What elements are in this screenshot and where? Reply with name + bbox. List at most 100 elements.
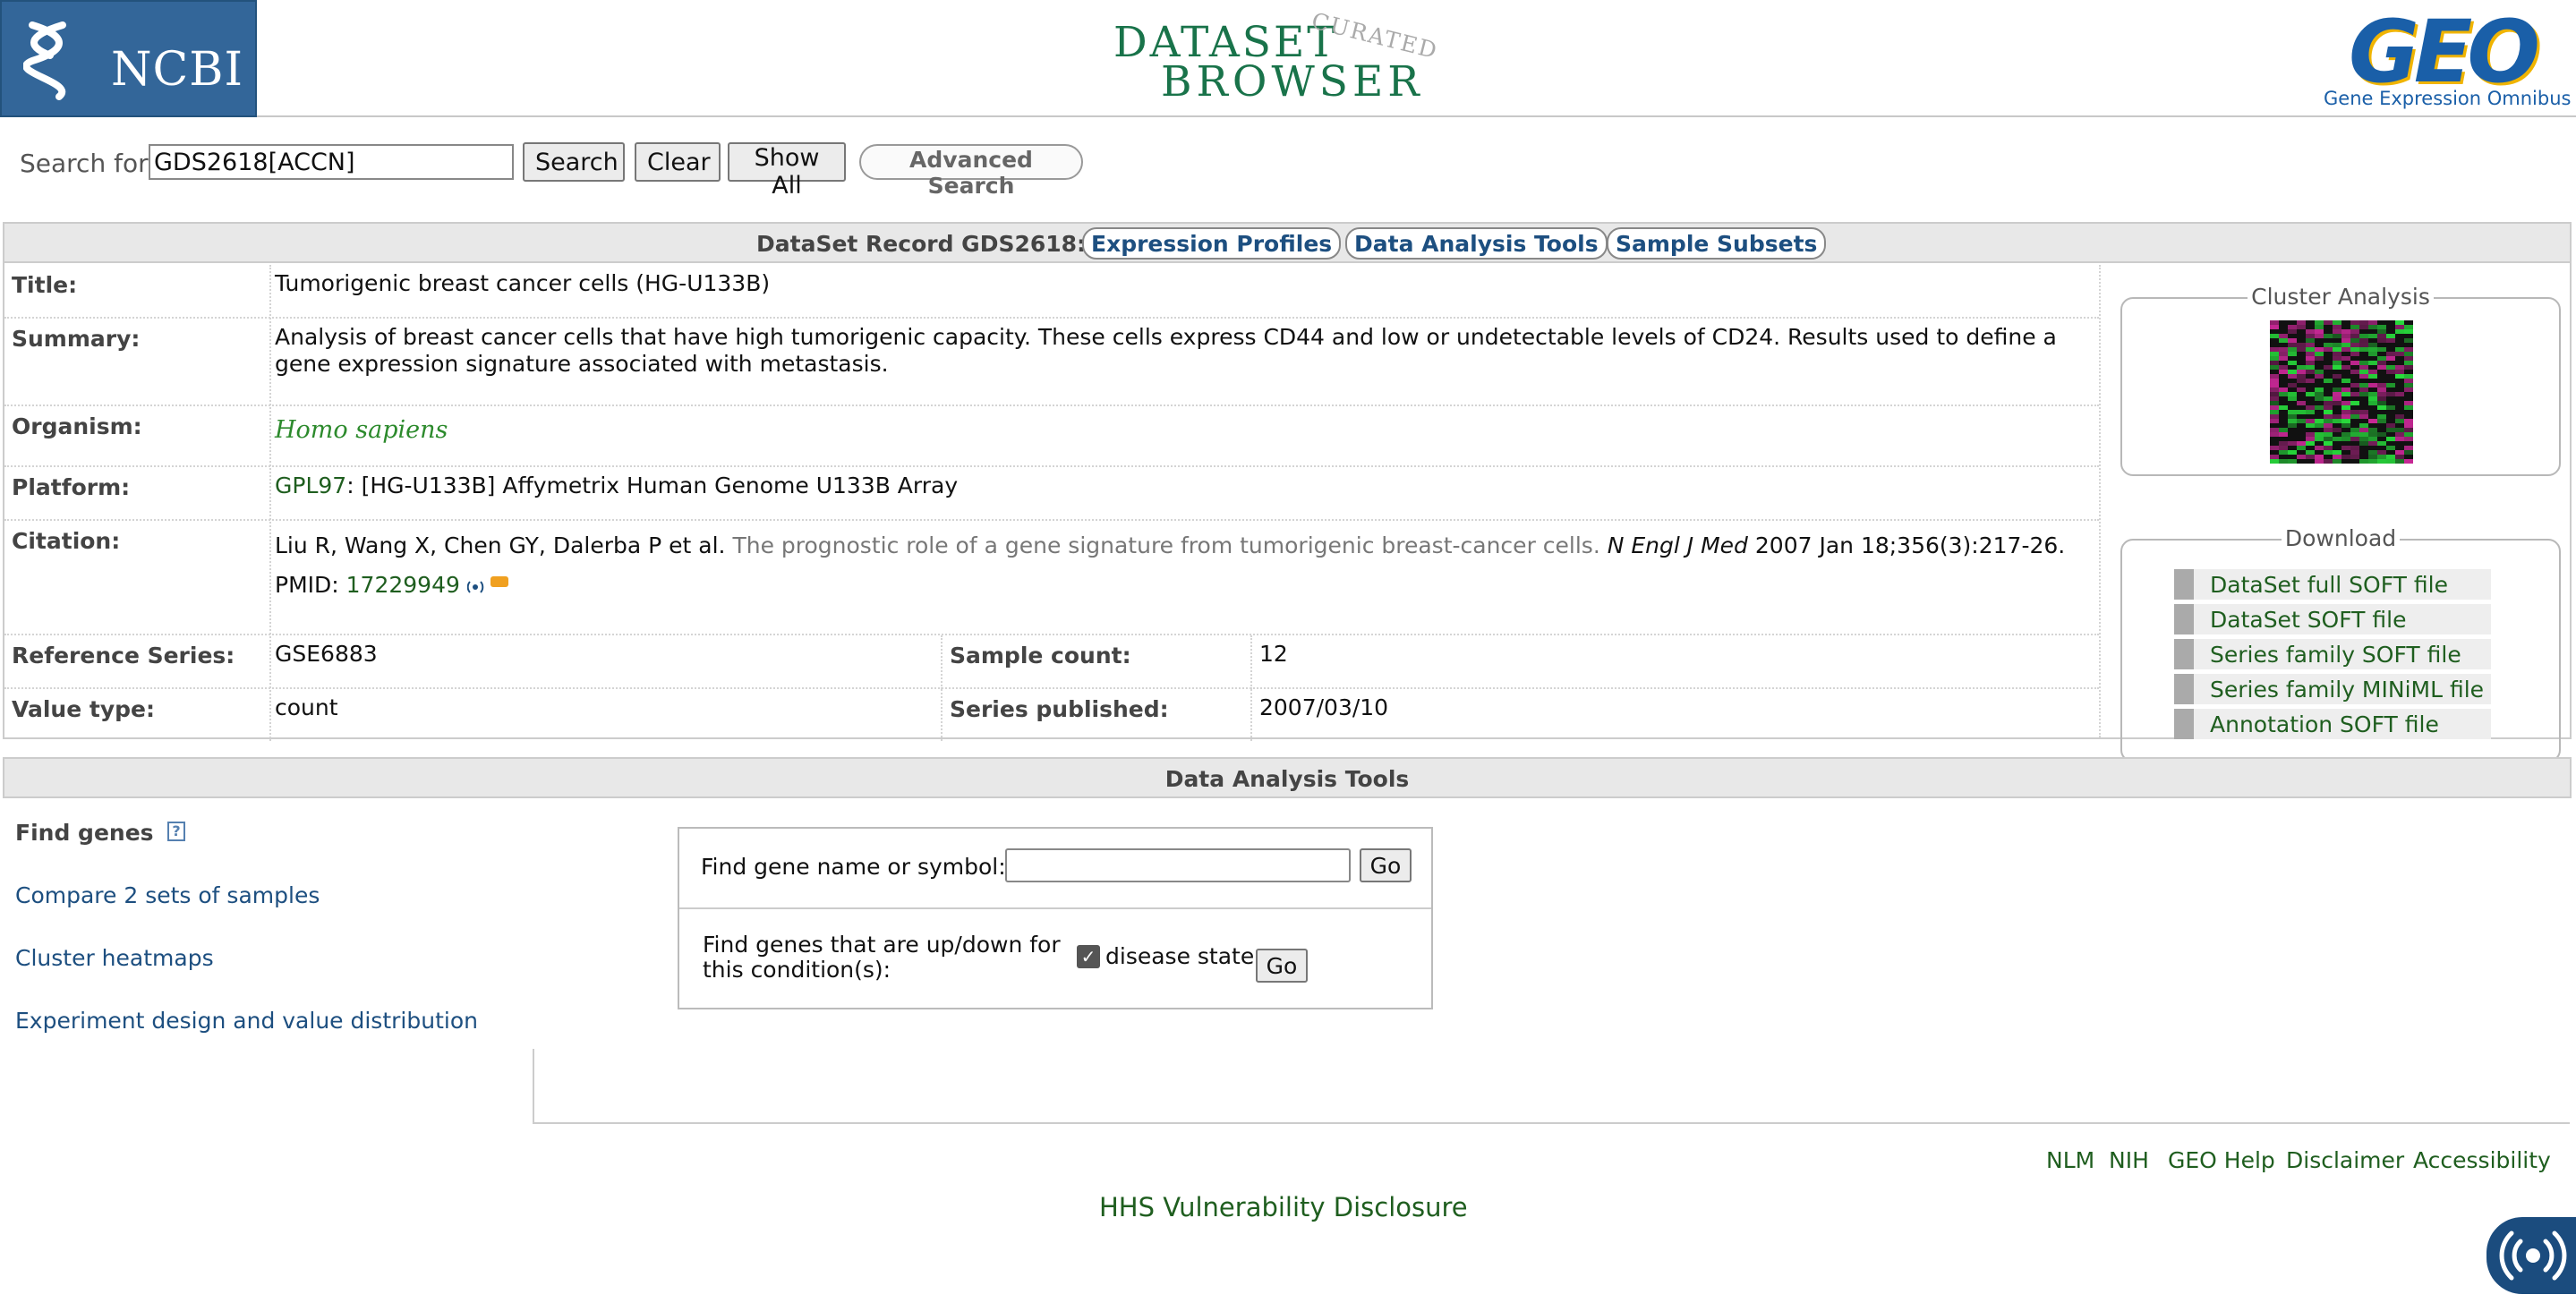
condition-go-button[interactable]: Go (1256, 949, 1308, 983)
geo-logo[interactable]: GEO Gene Expression Omnibus (2320, 2, 2571, 113)
value-type-label: Value type: (12, 696, 155, 722)
summary-value: Analysis of breast cancer cells that hav… (275, 324, 2057, 377)
download-link-label: Annotation SOFT file (2210, 711, 2439, 737)
sample-count-value: 12 (1259, 641, 1288, 667)
citation-row: Citation: Liu R, Wang X, Chen GY, Dalerb… (4, 521, 2099, 635)
footer-link-nih[interactable]: NIH (2109, 1147, 2149, 1173)
platform-label: Platform: (12, 474, 131, 500)
platform-link[interactable]: GPL97 (275, 473, 346, 498)
record-sidebar: Cluster Analysis Download DataSet full S… (2099, 265, 2570, 762)
download-link-label: Series family MINiML file (2210, 677, 2485, 703)
help-icon[interactable]: ? (167, 822, 185, 841)
column-divider (1250, 689, 1252, 741)
cluster-analysis-box: Cluster Analysis (2120, 284, 2561, 476)
find-genes-label: Find genes (15, 820, 154, 846)
record-header: DataSet Record GDS2618: Expression Profi… (4, 224, 2570, 263)
dataset-logo-line2: BROWSER (1161, 57, 1424, 106)
reference-series-link[interactable]: GSE6883 (275, 641, 378, 668)
advanced-search-button[interactable]: Advanced Search (859, 144, 1083, 199)
footer-link-accessibility[interactable]: Accessibility (2413, 1147, 2551, 1173)
tools-header-title: Data Analysis Tools (1164, 766, 1410, 792)
reference-series-row: Reference Series: GSE6883 Sample count: … (4, 635, 2099, 689)
download-series-family-miniml[interactable]: Series family MINiML file (2174, 674, 2491, 704)
citation-label: Citation: (12, 528, 121, 554)
title-row: Title: Tumorigenic breast cancer cells (… (4, 265, 2099, 319)
find-box-divider (679, 907, 1431, 909)
organism-value[interactable]: Homo sapiens (275, 417, 448, 444)
experiment-design-link[interactable]: Experiment design and value distribution (15, 1008, 478, 1034)
gene-search-go-button[interactable]: Go (1360, 848, 1412, 882)
cluster-analysis-label: Cluster Analysis (2248, 284, 2434, 310)
search-bar: Search for Search Clear Show All Advance… (0, 141, 1164, 200)
download-dataset-full-soft[interactable]: DataSet full SOFT file (2174, 569, 2491, 600)
column-divider (941, 689, 943, 741)
citation-title[interactable]: The prognostic role of a gene signature … (732, 532, 1599, 558)
compare-samples-link[interactable]: Compare 2 sets of samples (15, 882, 320, 908)
tools-result-frame (533, 1049, 2570, 1124)
platform-row: Platform: GPL97: [HG-U133B] Affymetrix H… (4, 467, 2099, 521)
hhs-vulnerability-link[interactable]: HHS Vulnerability Disclosure (1099, 1192, 1468, 1222)
download-legend: Download (2122, 525, 2559, 551)
gene-search-label: Find gene name or symbol: (701, 854, 1006, 880)
clear-button[interactable]: Clear (635, 142, 721, 182)
find-genes-item[interactable]: Find genes ? (15, 820, 185, 846)
download-annotation-soft[interactable]: Annotation SOFT file (2174, 709, 2491, 739)
citation-journal: N Engl J Med (1607, 532, 1748, 558)
column-divider (941, 635, 943, 689)
value-type-row: Value type: count Series published: 2007… (4, 689, 2099, 743)
accessibility-widget-button[interactable] (2486, 1217, 2576, 1294)
record-title: DataSet Record GDS2618: (756, 231, 1087, 257)
download-label: Download (2281, 525, 2401, 551)
tab-sample-subsets[interactable]: Sample Subsets (1607, 227, 1827, 260)
series-published-label: Series published: (950, 696, 1169, 722)
title-label: Title: (12, 272, 78, 298)
pmid-link[interactable]: 17229949 (346, 572, 460, 598)
footer-link-nlm[interactable]: NLM (2046, 1147, 2094, 1173)
dataset-browser-logo[interactable]: DATASET BROWSER CURATED (1110, 7, 1477, 113)
citation-value: Liu R, Wang X, Chen GY, Dalerba P et al.… (275, 526, 2092, 605)
disease-state-label: disease state (1105, 943, 1255, 969)
disease-state-checkbox[interactable]: ✓ (1077, 945, 1100, 968)
ncbi-logo-text: NCBI (111, 43, 244, 97)
gene-search-input[interactable] (1005, 848, 1351, 882)
cluster-heatmaps-link[interactable]: Cluster heatmaps (15, 945, 214, 971)
site-header: NCBI DATASET BROWSER CURATED GEO Gene Ex… (0, 0, 2576, 117)
platform-value: GPL97: [HG-U133B] Affymetrix Human Genom… (275, 473, 958, 499)
cluster-heatmap-thumbnail[interactable] (2270, 320, 2413, 464)
search-label: Search for (20, 149, 149, 178)
column-divider (1250, 635, 1252, 689)
summary-row: Summary: Analysis of breast cancer cells… (4, 319, 2099, 406)
broadcast-icon (2499, 1231, 2567, 1281)
download-link-label: DataSet full SOFT file (2210, 572, 2448, 598)
dna-helix-icon (23, 21, 66, 100)
pmid-label: PMID: (275, 572, 339, 598)
updown-condition-label: Find genes that are up/down for this con… (703, 932, 1061, 983)
find-genes-box: Find gene name or symbol: Go Find genes … (678, 827, 1433, 1009)
reference-series-label: Reference Series: (12, 643, 235, 669)
download-series-family-soft[interactable]: Series family SOFT file (2174, 639, 2491, 669)
citation-date: 2007 Jan 18;356(3):217-26. (1754, 532, 2066, 558)
cluster-analysis-legend: Cluster Analysis (2122, 284, 2559, 310)
geo-logo-subtitle: Gene Expression Omnibus (2324, 88, 2572, 109)
tab-data-analysis-tools[interactable]: Data Analysis Tools (1345, 227, 1608, 260)
download-link-label: DataSet SOFT file (2210, 607, 2407, 633)
value-type-value: count (275, 694, 338, 720)
organism-label: Organism: (12, 413, 142, 439)
download-dataset-soft[interactable]: DataSet SOFT file (2174, 604, 2491, 634)
organism-row: Organism: Homo sapiens (4, 406, 2099, 467)
ncbi-logo[interactable]: NCBI (0, 0, 257, 117)
series-published-value: 2007/03/10 (1259, 694, 1389, 720)
summary-label: Summary: (12, 326, 141, 352)
search-button[interactable]: Search (523, 142, 625, 182)
footer-link-disclaimer[interactable]: Disclaimer (2286, 1147, 2404, 1173)
show-all-button[interactable]: Show All (728, 142, 846, 200)
footer-link-geo-help[interactable]: GEO Help (2168, 1147, 2275, 1173)
search-input[interactable] (149, 144, 514, 180)
tools-header: Data Analysis Tools (3, 757, 2572, 798)
platform-description: : [HG-U133B] Affymetrix Human Genome U13… (346, 473, 959, 498)
pubmed-icons[interactable] (466, 575, 510, 598)
dataset-record-panel: DataSet Record GDS2618: Expression Profi… (3, 222, 2572, 762)
download-link-label: Series family SOFT file (2210, 642, 2461, 668)
download-box: Download DataSet full SOFT file DataSet … (2120, 525, 2561, 762)
tab-expression-profiles[interactable]: Expression Profiles (1082, 227, 1342, 260)
